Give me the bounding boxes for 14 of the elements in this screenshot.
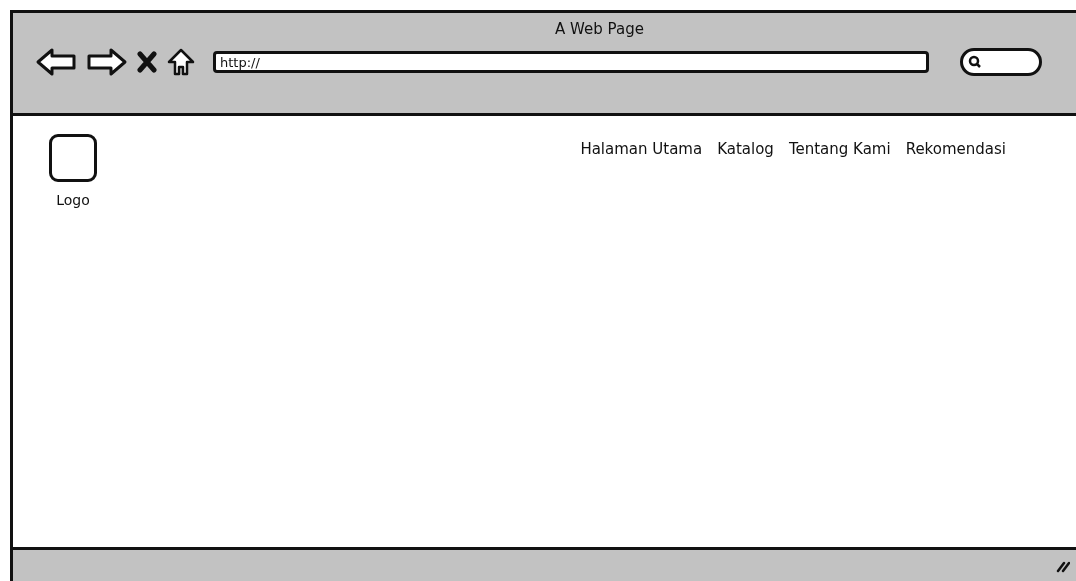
nav-link[interactable]: Tentang Kami: [788, 140, 891, 158]
logo-label: Logo: [56, 192, 90, 208]
forward-icon[interactable]: [86, 47, 128, 77]
logo-placeholder: [49, 134, 97, 182]
address-field[interactable]: http://: [213, 51, 929, 73]
search-icon: [968, 55, 982, 69]
search-field[interactable]: [960, 48, 1042, 76]
nav-link[interactable]: Rekomendasi: [905, 140, 1006, 158]
window-title: A Web Page: [555, 20, 644, 38]
close-icon[interactable]: [137, 51, 157, 73]
nav-link[interactable]: Halaman Utama: [580, 140, 703, 158]
nav-link[interactable]: Katalog: [717, 140, 774, 158]
back-icon[interactable]: [35, 47, 77, 77]
home-icon[interactable]: [166, 47, 196, 77]
